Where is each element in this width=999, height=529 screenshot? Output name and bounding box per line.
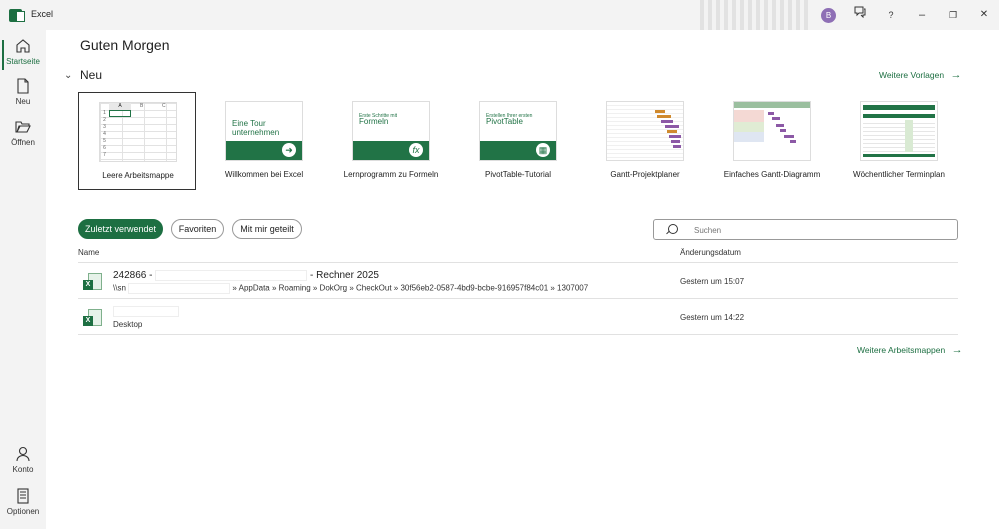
folder-open-icon <box>15 121 31 133</box>
avatar[interactable]: B <box>821 8 836 23</box>
template-thumbnail: Erste Schritte mit Formeln fx <box>352 101 430 161</box>
more-templates-link[interactable]: Weitere Vorlagen → <box>879 69 961 81</box>
arrow-right-icon: → <box>951 344 963 356</box>
excel-file-icon: X <box>83 273 103 291</box>
table-row[interactable]: X 242866 - - Rechner 2025 \\sn » AppData… <box>78 263 958 298</box>
minimize-button[interactable]: – <box>913 6 931 24</box>
redacted-text <box>113 306 179 317</box>
divider <box>78 334 958 335</box>
file-name-prefix: 242866 - <box>113 270 153 282</box>
row-header: 6 <box>103 145 106 151</box>
thumb-text: PivotTable <box>486 117 523 126</box>
column-header-name[interactable]: Name <box>78 248 99 257</box>
template-gantt-planner[interactable]: Gantt-Projektplaner <box>586 92 704 190</box>
file-path: \\sn » AppData » Roaming » DokOrg » Chec… <box>113 283 588 294</box>
table-row[interactable]: X Desktop Gestern um 14:22 <box>78 299 958 334</box>
arrow-right-icon: → <box>950 69 962 81</box>
template-label: Wöchentlicher Terminplan <box>853 170 945 179</box>
help-icon[interactable]: ? <box>882 6 900 24</box>
search-icon <box>668 224 678 234</box>
sidebar-item-label: Startseite <box>6 57 40 66</box>
template-welcome[interactable]: Eine Tour unternehmen ➜ Willkommen bei E… <box>205 92 323 190</box>
template-thumbnail <box>860 101 938 161</box>
template-label: Lernprogramm zu Formeln <box>343 170 439 179</box>
file-path-prefix: \\sn <box>113 283 126 293</box>
template-label: Einfaches Gantt-Diagramm <box>723 170 821 179</box>
redacted-text <box>128 283 231 294</box>
redacted-text <box>155 270 308 281</box>
sidebar-item-label: Öffnen <box>11 138 35 147</box>
template-blank-workbook[interactable]: A B C 1 2 3 4 5 6 7 Leere Arbeitsmappe <box>78 92 196 190</box>
row-header: 3 <box>103 124 106 130</box>
column-header: B <box>140 103 144 109</box>
function-icon: fx <box>409 143 423 157</box>
column-header-date[interactable]: Änderungsdatum <box>680 248 741 257</box>
template-simple-gantt[interactable]: Einfaches Gantt-Diagramm <box>713 92 831 190</box>
sidebar-item-account[interactable]: Konto <box>0 446 46 474</box>
more-workbooks-label: Weitere Arbeitsmappen <box>857 345 946 355</box>
file-date: Gestern um 15:07 <box>680 277 745 286</box>
template-label: Willkommen bei Excel <box>224 170 304 179</box>
row-header: 4 <box>103 131 106 137</box>
template-pivottable[interactable]: Erstellen Ihrer ersten PivotTable ▦ Pivo… <box>459 92 577 190</box>
row-header: 5 <box>103 138 106 144</box>
titlebar-decoration <box>700 0 810 30</box>
sidebar-item-new[interactable]: Neu <box>0 78 46 106</box>
account-icon <box>16 446 30 462</box>
new-section-title: Neu <box>80 68 103 82</box>
pivot-table-icon: ▦ <box>536 143 550 157</box>
sidebar-item-open[interactable]: Öffnen <box>0 119 46 147</box>
file-path: Desktop <box>113 320 143 329</box>
sidebar-item-label: Konto <box>12 465 34 474</box>
file-path-suffix: » AppData » Roaming » DokOrg » CheckOut … <box>232 283 589 293</box>
file-name: 242866 - - Rechner 2025 <box>113 270 379 281</box>
options-icon <box>17 488 29 504</box>
template-thumbnail: A B C 1 2 3 4 5 6 7 <box>99 102 177 162</box>
template-label: Leere Arbeitsmappe <box>102 171 174 180</box>
template-label: PivotTable-Tutorial <box>485 170 551 179</box>
restore-button[interactable]: ❐ <box>944 6 962 24</box>
sidebar-item-options[interactable]: Optionen <box>0 488 46 516</box>
filter-recent[interactable]: Zuletzt verwendet <box>78 219 163 239</box>
thumb-text: Eine Tour unternehmen <box>232 119 280 137</box>
arrow-right-icon: ➜ <box>282 143 296 157</box>
sidebar-item-home[interactable]: Startseite <box>0 38 46 70</box>
new-file-icon <box>17 78 29 94</box>
close-button[interactable]: ✕ <box>975 6 993 24</box>
title-bar: Excel B ? – ❐ ✕ <box>0 0 999 30</box>
file-date: Gestern um 14:22 <box>680 313 745 322</box>
filter-shared-with-me[interactable]: Mit mir geteilt <box>232 219 302 239</box>
app-title: Excel <box>31 9 54 19</box>
column-header: C <box>162 103 166 109</box>
search-input[interactable] <box>692 222 946 239</box>
template-label: Gantt-Projektplaner <box>610 170 680 179</box>
sidebar-item-label: Optionen <box>6 507 40 516</box>
row-header: 1 <box>103 110 106 116</box>
row-header: 2 <box>103 117 106 123</box>
home-icon <box>16 39 30 53</box>
file-name-suffix: - Rechner 2025 <box>310 270 379 282</box>
file-name <box>113 306 179 317</box>
filter-favorites[interactable]: Favoriten <box>171 219 224 239</box>
more-templates-label: Weitere Vorlagen <box>879 70 945 80</box>
more-workbooks-link[interactable]: Weitere Arbeitsmappen → <box>857 344 963 356</box>
column-header: A <box>109 103 131 110</box>
template-thumbnail: Eine Tour unternehmen ➜ <box>225 101 303 161</box>
template-thumbnail <box>733 101 811 161</box>
template-thumbnail <box>606 101 684 161</box>
feedback-icon[interactable] <box>851 6 869 24</box>
chevron-down-icon[interactable]: ⌄ <box>64 70 72 81</box>
template-thumbnail: Erstellen Ihrer ersten PivotTable ▦ <box>479 101 557 161</box>
excel-file-icon: X <box>83 309 103 327</box>
page-title: Guten Morgen <box>80 37 170 53</box>
template-weekly-schedule[interactable]: Wöchentlicher Terminplan <box>840 92 958 190</box>
template-formulas[interactable]: Erste Schritte mit Formeln fx Lernprogra… <box>332 92 450 190</box>
excel-logo-icon <box>9 9 25 22</box>
sidebar-item-label: Neu <box>15 97 31 106</box>
sidebar: Startseite Neu Öffnen Konto Optionen <box>0 30 46 529</box>
row-header: 7 <box>103 152 106 158</box>
thumb-text: Formeln <box>359 117 389 126</box>
search-box[interactable] <box>653 219 958 240</box>
